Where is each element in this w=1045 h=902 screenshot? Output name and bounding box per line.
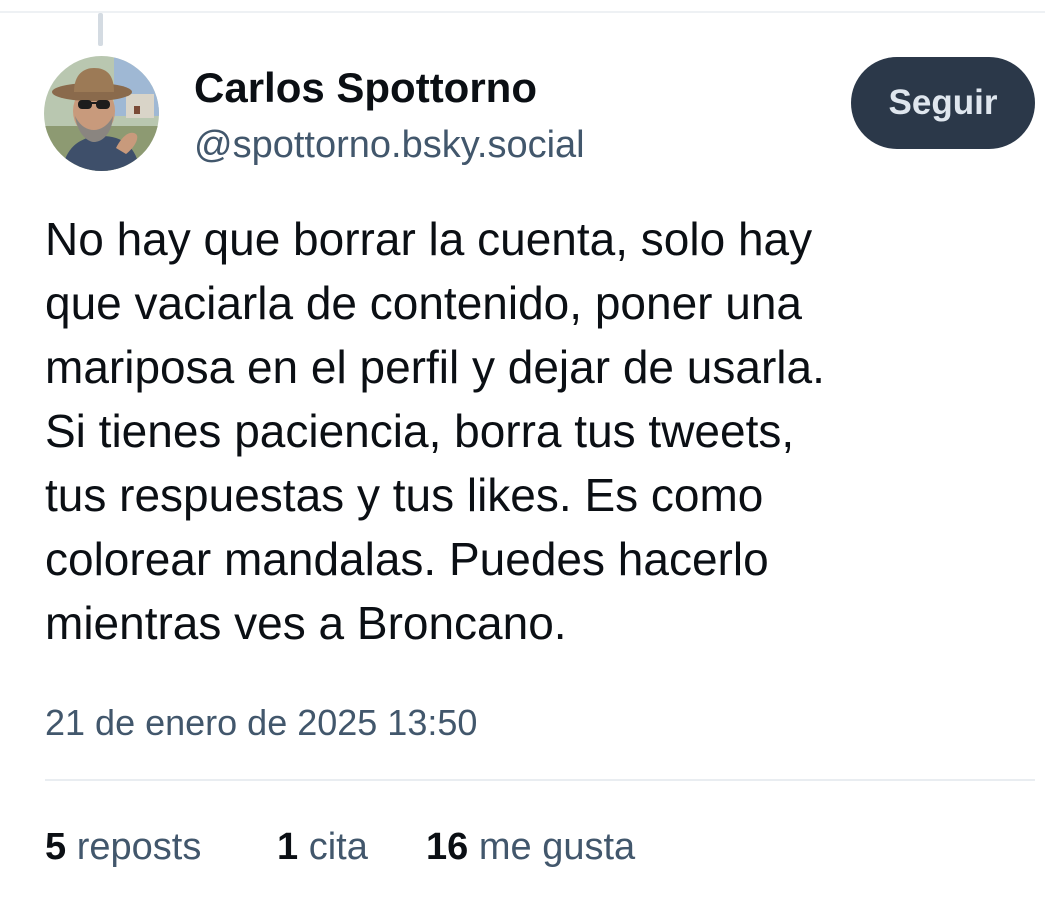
- post-text-line: No hay que borrar la cuenta, solo hay: [45, 213, 813, 265]
- reposts-count: 5: [45, 826, 67, 868]
- author-handle[interactable]: @spottorno.bsky.social: [194, 120, 585, 170]
- likes-stat[interactable]: 16 me gusta: [426, 822, 635, 872]
- quotes-count: 1: [277, 826, 299, 868]
- post-text: No hay que borrar la cuenta, solo hay qu…: [45, 207, 1025, 655]
- post-timestamp[interactable]: 21 de enero de 2025 13:50: [45, 700, 477, 746]
- stats-divider: [45, 779, 1035, 781]
- avatar-photo-icon: [44, 56, 159, 171]
- post-text-line: mariposa en el perfil y dejar de usarla.: [45, 341, 825, 393]
- likes-label: me gusta: [478, 826, 636, 868]
- post-text-line: mientras ves a Broncano.: [45, 597, 567, 649]
- avatar[interactable]: [44, 56, 159, 171]
- post-text-line: tus respuestas y tus likes. Es como: [45, 469, 764, 521]
- author-display-name[interactable]: Carlos Spottorno: [194, 62, 537, 114]
- post-text-line: colorear mandalas. Puedes hacerlo: [45, 533, 769, 585]
- quotes-stat[interactable]: 1 cita: [277, 822, 368, 872]
- quotes-label: cita: [308, 826, 368, 868]
- top-divider: [0, 11, 1045, 13]
- likes-count: 16: [426, 826, 469, 868]
- follow-button[interactable]: Seguir: [851, 57, 1035, 149]
- post-text-line: que vaciarla de contenido, poner una: [45, 277, 803, 329]
- reposts-label: reposts: [76, 826, 202, 868]
- reposts-stat[interactable]: 5 reposts: [45, 822, 201, 872]
- post-text-line: Si tienes paciencia, borra tus tweets,: [45, 405, 795, 457]
- thread-connector-line: [98, 13, 103, 46]
